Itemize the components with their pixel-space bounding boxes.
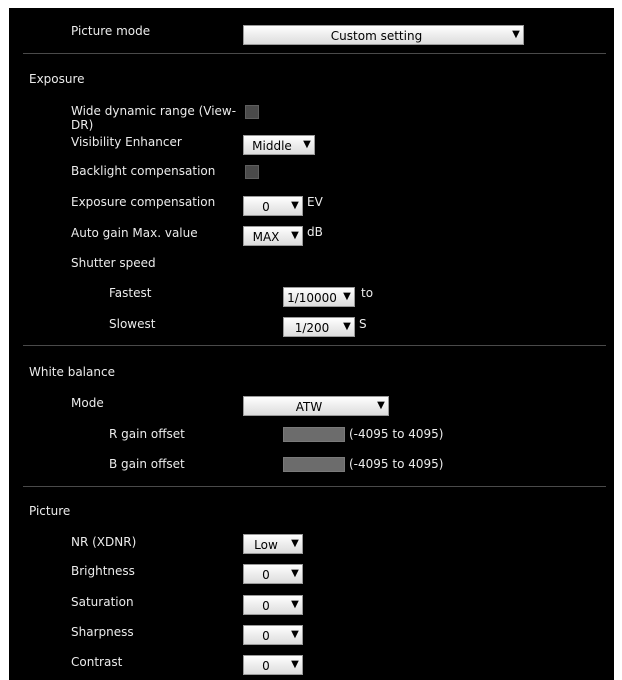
slowest-unit: S xyxy=(359,317,367,331)
backlight-checkbox[interactable] xyxy=(245,165,259,179)
nr-select[interactable]: Low ▼ xyxy=(243,534,303,554)
exposure-comp-label: Exposure compensation xyxy=(71,195,216,209)
chevron-down-icon: ▼ xyxy=(291,568,299,579)
wdr-checkbox[interactable] xyxy=(245,105,259,119)
chevron-down-icon: ▼ xyxy=(343,321,351,332)
nr-value: Low xyxy=(254,538,278,552)
sharpness-label: Sharpness xyxy=(71,625,134,639)
wdr-label: Wide dynamic range (View-DR) xyxy=(71,104,237,132)
auto-gain-value: MAX xyxy=(252,230,280,244)
saturation-label: Saturation xyxy=(71,595,134,609)
shutter-speed-label: Shutter speed xyxy=(71,256,156,270)
chevron-down-icon: ▼ xyxy=(291,659,299,670)
section-divider xyxy=(23,53,606,54)
brightness-select[interactable]: 0 ▼ xyxy=(243,564,303,584)
contrast-select[interactable]: 0 ▼ xyxy=(243,655,303,675)
fastest-select[interactable]: 1/10000 ▼ xyxy=(283,287,355,307)
wb-mode-select[interactable]: ATW ▼ xyxy=(243,396,389,416)
auto-gain-label: Auto gain Max. value xyxy=(71,226,198,240)
sharpness-select[interactable]: 0 ▼ xyxy=(243,625,303,645)
fastest-unit: to xyxy=(361,286,374,300)
brightness-label: Brightness xyxy=(71,564,135,578)
saturation-select[interactable]: 0 ▼ xyxy=(243,595,303,615)
chevron-down-icon: ▼ xyxy=(303,139,311,150)
b-gain-input[interactable] xyxy=(283,457,345,472)
picture-heading: Picture xyxy=(29,504,71,518)
section-divider xyxy=(23,345,606,346)
wb-mode-label: Mode xyxy=(71,396,104,410)
exposure-comp-value: 0 xyxy=(262,200,270,214)
visibility-enhancer-select[interactable]: Middle ▼ xyxy=(243,135,315,155)
sharpness-value: 0 xyxy=(262,629,270,643)
white-balance-heading: White balance xyxy=(29,365,115,379)
r-gain-range: (-4095 to 4095) xyxy=(349,427,444,441)
chevron-down-icon: ▼ xyxy=(291,538,299,549)
visibility-enhancer-label: Visibility Enhancer xyxy=(71,135,182,149)
b-gain-range: (-4095 to 4095) xyxy=(349,457,444,471)
slowest-label: Slowest xyxy=(109,317,156,331)
chevron-down-icon: ▼ xyxy=(291,599,299,610)
chevron-down-icon: ▼ xyxy=(291,629,299,640)
chevron-down-icon: ▼ xyxy=(512,29,520,40)
exposure-heading: Exposure xyxy=(29,72,85,86)
r-gain-label: R gain offset xyxy=(109,427,185,441)
section-divider xyxy=(23,486,606,487)
b-gain-label: B gain offset xyxy=(109,457,185,471)
auto-gain-select[interactable]: MAX ▼ xyxy=(243,226,303,246)
picture-mode-value: Custom setting xyxy=(330,29,423,43)
picture-mode-label: Picture mode xyxy=(71,24,151,38)
fastest-value: 1/10000 xyxy=(287,291,337,305)
chevron-down-icon: ▼ xyxy=(291,230,299,241)
picture-mode-select[interactable]: Custom setting ▼ xyxy=(243,25,524,45)
contrast-value: 0 xyxy=(262,659,270,673)
chevron-down-icon: ▼ xyxy=(291,200,299,211)
slowest-value: 1/200 xyxy=(294,321,330,335)
chevron-down-icon: ▼ xyxy=(343,291,351,302)
contrast-label: Contrast xyxy=(71,655,123,669)
saturation-value: 0 xyxy=(262,599,270,613)
wb-mode-value: ATW xyxy=(295,400,323,414)
settings-panel: Picture mode Custom setting ▼ Exposure W… xyxy=(9,8,614,680)
exposure-comp-unit: EV xyxy=(307,195,323,209)
chevron-down-icon: ▼ xyxy=(377,400,385,411)
auto-gain-unit: dB xyxy=(307,225,323,239)
slowest-select[interactable]: 1/200 ▼ xyxy=(283,317,355,337)
backlight-label: Backlight compensation xyxy=(71,164,216,178)
fastest-label: Fastest xyxy=(109,286,152,300)
nr-label: NR (XDNR) xyxy=(71,535,137,549)
exposure-comp-select[interactable]: 0 ▼ xyxy=(243,196,303,216)
r-gain-input[interactable] xyxy=(283,427,345,442)
brightness-value: 0 xyxy=(262,568,270,582)
visibility-enhancer-value: Middle xyxy=(252,139,292,153)
